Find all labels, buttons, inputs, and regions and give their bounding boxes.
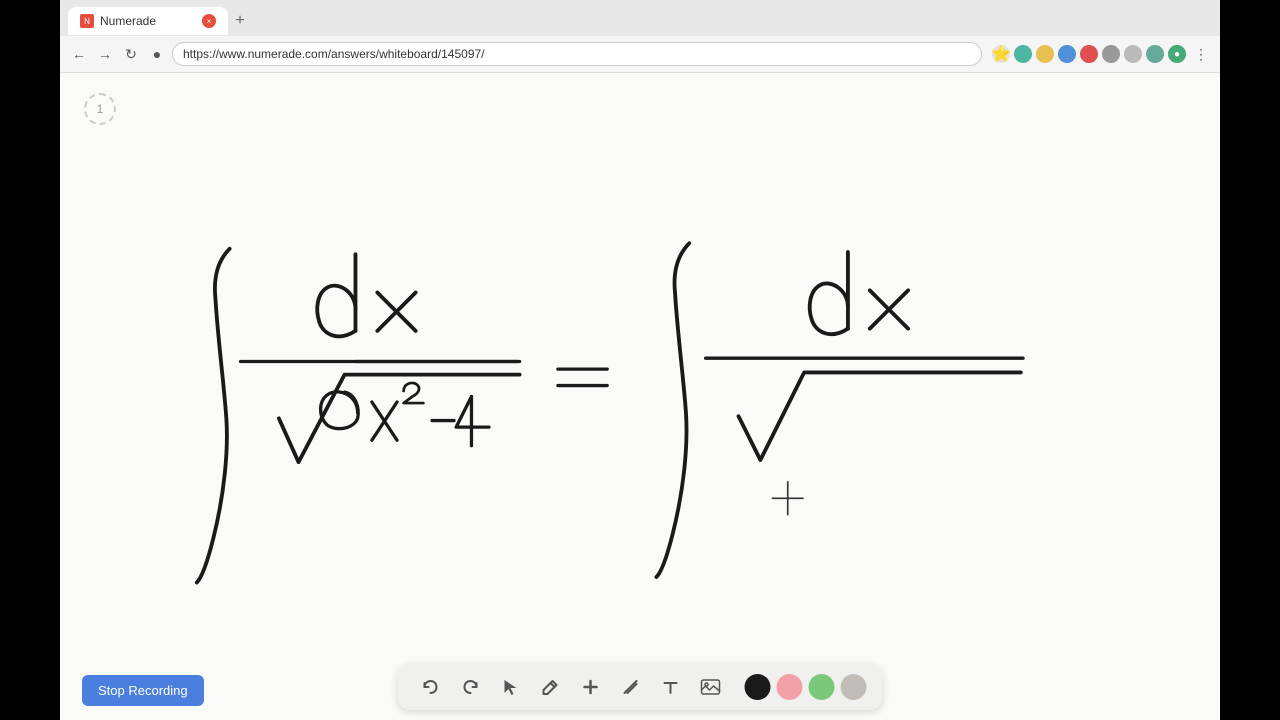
active-tab[interactable]: N Numerade × — [68, 7, 228, 35]
text-tool-button[interactable] — [654, 670, 688, 704]
tab-close-button[interactable]: × — [202, 14, 216, 28]
select-tool-button[interactable] — [494, 670, 528, 704]
drawing-toolbar — [398, 664, 883, 710]
tab-title: Numerade — [100, 14, 156, 28]
math-canvas — [60, 73, 1220, 720]
toolbar-container: Stop Recording — [60, 650, 1220, 720]
toolbar-separator — [736, 677, 737, 697]
color-black-button[interactable] — [745, 674, 771, 700]
color-pink-button[interactable] — [777, 674, 803, 700]
browser-chrome: N Numerade × + ← → ↻ ● https://www.numer… — [60, 0, 1220, 73]
color-green-button[interactable] — [809, 674, 835, 700]
screen-container: N Numerade × + ← → ↻ ● https://www.numer… — [60, 0, 1220, 720]
home-button[interactable]: ● — [146, 43, 168, 65]
user-avatar[interactable]: ● — [1168, 45, 1186, 63]
new-tab-button[interactable]: + — [228, 9, 252, 33]
right-black-bar — [1220, 0, 1280, 720]
address-bar[interactable]: https://www.numerade.com/answers/whitebo… — [172, 42, 982, 66]
ext-icon-1[interactable] — [1014, 45, 1032, 63]
ext-icon-4[interactable] — [1080, 45, 1098, 63]
ext-icon-7[interactable] — [1146, 45, 1164, 63]
back-button[interactable]: ← — [68, 43, 90, 65]
image-tool-button[interactable] — [694, 670, 728, 704]
color-gray-button[interactable] — [841, 674, 867, 700]
tab-bar: N Numerade × + — [60, 0, 1220, 36]
ext-icon-2[interactable] — [1036, 45, 1054, 63]
refresh-button[interactable]: ↻ — [120, 43, 142, 65]
stop-recording-button[interactable]: Stop Recording — [82, 675, 204, 706]
undo-button[interactable] — [414, 670, 448, 704]
ext-icon-6[interactable] — [1124, 45, 1142, 63]
tab-favicon: N — [80, 14, 94, 28]
pen-tool-button[interactable] — [534, 670, 568, 704]
add-tool-button[interactable] — [574, 670, 608, 704]
url-text: https://www.numerade.com/answers/whitebo… — [183, 47, 485, 61]
left-black-bar — [0, 0, 60, 720]
highlight-tool-button[interactable] — [614, 670, 648, 704]
menu-button[interactable]: ⋮ — [1190, 43, 1212, 65]
ext-icon-5[interactable] — [1102, 45, 1120, 63]
ext-icon-3[interactable] — [1058, 45, 1076, 63]
nav-bar: ← → ↻ ● https://www.numerade.com/answers… — [60, 36, 1220, 72]
whiteboard[interactable]: 1 — [60, 73, 1220, 720]
forward-button[interactable]: → — [94, 43, 116, 65]
redo-button[interactable] — [454, 670, 488, 704]
bookmark-icon[interactable]: ⭐ — [992, 45, 1010, 63]
browser-icons: ⭐ ● ⋮ — [992, 43, 1212, 65]
